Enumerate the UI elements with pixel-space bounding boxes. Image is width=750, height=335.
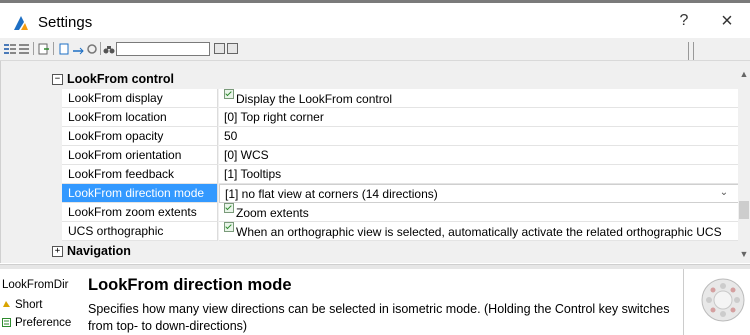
description-sidebar: LookFromDir Short Preference: [0, 269, 82, 335]
categorized-view-icon[interactable]: [4, 43, 16, 55]
search-input[interactable]: [116, 42, 210, 56]
toolbar-splitter[interactable]: [688, 42, 694, 60]
toolbar-separator: [33, 42, 34, 55]
short-icon: [3, 301, 10, 307]
row-gutter: [1, 146, 62, 165]
property-value[interactable]: [0] WCS: [219, 146, 739, 165]
category-label: Navigation: [67, 244, 131, 258]
property-value-text: When an orthographic view is selected, a…: [236, 225, 722, 239]
expand-icon[interactable]: +: [52, 246, 63, 257]
row-gutter: [1, 184, 62, 203]
property-name[interactable]: LookFrom direction mode: [62, 184, 218, 203]
property-value-text: Zoom extents: [236, 206, 309, 220]
property-name[interactable]: LookFrom orientation: [62, 146, 218, 165]
alphabetical-view-icon[interactable]: [18, 43, 30, 55]
lookfrom-preview-icon: [701, 278, 745, 322]
scroll-thumb[interactable]: [739, 201, 749, 219]
arrow-icon[interactable]: [72, 43, 84, 55]
checkbox-icon[interactable]: [224, 89, 234, 99]
property-row[interactable]: LookFrom display Display the LookFrom con…: [1, 89, 739, 108]
tab-preference-label: Preference: [15, 317, 72, 329]
row-gutter: [1, 203, 62, 222]
property-value[interactable]: [0] Top right corner: [219, 108, 739, 127]
row-gutter: [1, 222, 62, 241]
export-icon[interactable]: [38, 43, 50, 55]
property-value-text: [1] Tooltips: [224, 167, 282, 181]
row-gutter: [1, 89, 62, 108]
close-button[interactable]: ×: [712, 10, 742, 34]
property-name[interactable]: LookFrom feedback: [62, 165, 218, 184]
category-row[interactable]: + Navigation: [1, 242, 739, 261]
help-button[interactable]: ?: [672, 12, 696, 32]
checkbox-icon[interactable]: [224, 203, 234, 213]
scroll-up-icon[interactable]: ▲: [738, 69, 750, 79]
row-gutter: [1, 165, 62, 184]
collapse-icon[interactable]: −: [52, 74, 63, 85]
property-value[interactable]: 50: [219, 127, 739, 146]
category-label: LookFrom control: [67, 72, 174, 86]
scroll-down-icon[interactable]: ▼: [738, 249, 750, 259]
toolbar: [0, 38, 750, 61]
search-next-button[interactable]: [227, 43, 238, 54]
toolbar-separator: [100, 42, 101, 55]
tab-short-label: Short: [15, 299, 43, 311]
property-short-name: LookFromDir: [2, 279, 69, 291]
property-name[interactable]: LookFrom display: [62, 89, 218, 108]
vertical-scrollbar[interactable]: ▲ ▼: [738, 61, 750, 263]
binoculars-icon: [103, 46, 115, 54]
description-text: Specifies how many view directions can b…: [88, 302, 670, 333]
toolbar-separator: [53, 42, 54, 55]
property-name[interactable]: LookFrom zoom extents: [62, 203, 218, 222]
property-value-text: [0] WCS: [224, 148, 269, 162]
property-value[interactable]: [1] Tooltips: [219, 165, 739, 184]
description-panel: LookFromDir Short Preference LookFrom di…: [0, 269, 750, 335]
property-value[interactable]: [1] no flat view at corners (14 directio…: [219, 184, 739, 203]
search-previous-button[interactable]: [214, 43, 225, 54]
tab-preference[interactable]: Preference: [0, 316, 71, 331]
property-value[interactable]: Display the LookFrom control: [219, 89, 739, 108]
app-icon: [14, 16, 28, 30]
preview-splitter[interactable]: [683, 269, 684, 335]
property-row[interactable]: LookFrom feedback [1] Tooltips: [1, 165, 739, 184]
property-row[interactable]: LookFrom zoom extents Zoom extents: [1, 203, 739, 222]
row-gutter: [1, 127, 62, 146]
document-icon[interactable]: [58, 43, 70, 55]
property-row[interactable]: LookFrom orientation [0] WCS: [1, 146, 739, 165]
property-name[interactable]: LookFrom opacity: [62, 127, 218, 146]
checkbox-icon[interactable]: [224, 222, 234, 232]
tab-short[interactable]: Short: [0, 298, 43, 313]
settings-icon[interactable]: [86, 43, 98, 55]
property-row[interactable]: LookFrom direction mode [1] no flat view …: [1, 184, 739, 203]
property-name[interactable]: LookFrom location: [62, 108, 218, 127]
property-value[interactable]: When an orthographic view is selected, a…: [219, 222, 739, 241]
description-title: LookFrom direction mode: [88, 276, 292, 294]
property-value-text: [0] Top right corner: [224, 110, 324, 124]
property-row[interactable]: UCS orthographic When an orthographic vie…: [1, 222, 739, 241]
property-value-text: Display the LookFrom control: [236, 92, 393, 106]
property-value-text: [1] no flat view at corners (14 directio…: [225, 187, 438, 201]
property-row[interactable]: LookFrom location [0] Top right corner: [1, 108, 739, 127]
chevron-down-icon[interactable]: ⌄: [715, 185, 733, 201]
row-gutter: [1, 108, 62, 127]
property-name[interactable]: UCS orthographic: [62, 222, 218, 241]
property-grid: − LookFrom control LookFrom display Displ…: [0, 61, 739, 263]
title-bar: Settings ? ×: [0, 3, 750, 37]
property-row[interactable]: LookFrom opacity 50: [1, 127, 739, 146]
preference-icon: [2, 318, 11, 327]
property-value-text: 50: [224, 129, 238, 143]
category-row[interactable]: − LookFrom control: [1, 70, 739, 89]
property-value[interactable]: Zoom extents: [219, 203, 739, 222]
window-title: Settings: [38, 14, 93, 31]
